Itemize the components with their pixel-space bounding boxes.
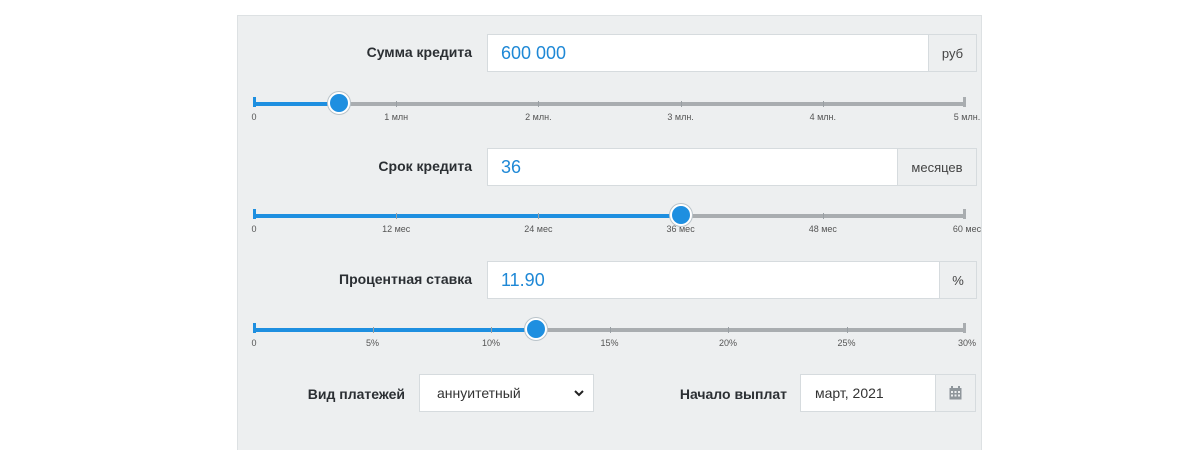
slider-tick [538, 101, 540, 107]
slider-tick [396, 101, 398, 107]
slider-tick-label: 5% [365, 338, 380, 348]
slider-start-tick [253, 209, 256, 219]
slider-fill [254, 102, 340, 106]
slider-tick-label: 1 млн [384, 112, 409, 122]
slider-tick-label: 24 мес [524, 224, 553, 234]
slider-tick-label: 0 [251, 224, 257, 234]
interest-rate-label: Процентная ставка [339, 271, 472, 287]
chevron-down-icon [574, 390, 584, 397]
slider-tick [491, 327, 492, 333]
slider-tick [846, 327, 848, 333]
slider-tick-label: 48 мес [808, 224, 837, 234]
slider-tick [822, 213, 824, 219]
calendar-button[interactable] [935, 374, 976, 412]
slider-tick-label: 15% [600, 338, 619, 348]
slider-tick-label: 0 [251, 338, 257, 348]
slider-tick [609, 327, 611, 333]
slider-tick-label: 0 [251, 112, 257, 122]
slider-tick-label: 12 мес [382, 224, 411, 234]
loan-amount-group: 600 000 руб [487, 34, 977, 72]
payment-start-input[interactable]: март, 2021 [800, 374, 935, 412]
slider-tick [728, 327, 729, 333]
loan-amount-label: Сумма кредита [366, 44, 472, 60]
slider-end-tick [963, 97, 966, 107]
loan-term-unit: месяцев [897, 148, 977, 186]
slider-thumb[interactable] [669, 204, 692, 226]
slider-start-tick [253, 97, 256, 107]
slider-thumb[interactable] [525, 318, 548, 340]
loan-amount-slider[interactable]: 0 1 млн 2 млн. 3 млн. 4 млн. 5 млн. [251, 92, 980, 135]
slider-tick [396, 213, 398, 219]
loan-amount-input[interactable]: 600 000 [487, 34, 928, 72]
payment-type-label: Вид платежей [307, 386, 405, 402]
loan-amount-unit: руб [928, 34, 977, 72]
interest-rate-input[interactable]: 11.90 [487, 261, 939, 299]
interest-rate-group: 11.90 % [487, 261, 977, 299]
slider-tick-label: 4 млн. [809, 112, 837, 122]
slider-track[interactable] [254, 102, 965, 106]
slider-end-tick [963, 323, 966, 333]
loan-term-input[interactable]: 36 [487, 148, 897, 186]
payment-start-label: Начало выплат [679, 386, 787, 402]
interest-rate-unit: % [939, 261, 977, 299]
slider-start-tick [253, 323, 256, 333]
loan-term-label: Срок кредита [378, 158, 472, 174]
slider-fill [254, 214, 681, 218]
calendar-icon [949, 386, 962, 400]
slider-tick-label: 10% [481, 338, 501, 348]
slider-tick [680, 101, 682, 107]
slider-tick-label: 2 млн. [525, 112, 552, 122]
payment-type-value: аннуитетный [437, 385, 521, 401]
slider-tick [538, 213, 540, 219]
loan-term-slider[interactable]: 0 12 мес 24 мес 36 мес 48 мес 60 мес [251, 204, 981, 247]
slider-tick [372, 327, 374, 333]
slider-thumb[interactable] [328, 92, 351, 114]
slider-end-tick [963, 209, 966, 219]
interest-rate-slider[interactable]: 0 5% 10% 15% 20% 25% 30% [251, 318, 976, 361]
loan-term-group: 36 месяцев [487, 148, 977, 186]
slider-tick-label: 25% [837, 338, 856, 348]
slider-tick-label: 3 млн. [667, 112, 694, 122]
payment-type-select[interactable]: аннуитетный [419, 374, 594, 412]
slider-tick-label: 30% [957, 338, 977, 348]
slider-fill [254, 328, 537, 332]
slider-tick-label: 5 млн. [953, 112, 981, 122]
slider-tick-label: 60 мес [952, 224, 982, 234]
slider-tick-label: 20% [718, 338, 738, 348]
slider-tick [822, 101, 824, 107]
